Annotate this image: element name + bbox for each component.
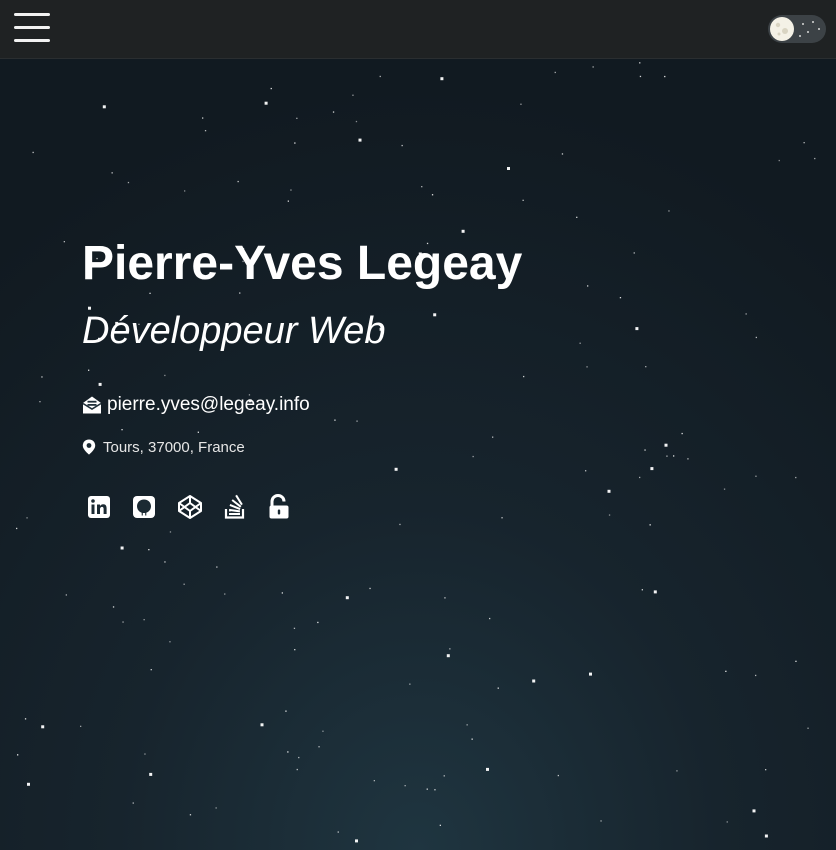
envelope-open-icon (82, 396, 102, 414)
top-navbar (0, 0, 836, 59)
email-row: pierre.yves@legeay.info (82, 392, 310, 418)
codepen-icon (178, 495, 202, 519)
codepen-link[interactable] (177, 494, 203, 520)
github-icon (133, 496, 155, 518)
theme-toggle-switch[interactable] (768, 15, 826, 43)
location-text: Tours, 37000, France (103, 438, 245, 456)
profile-name: Pierre-Yves Legeay (82, 237, 523, 290)
stackoverflow-link[interactable] (222, 494, 248, 520)
hamburger-menu-icon[interactable] (14, 12, 50, 44)
linkedin-icon (88, 496, 110, 518)
linkedin-link[interactable] (86, 494, 112, 520)
map-marker-icon (82, 439, 96, 455)
starfield-background (16, 62, 816, 843)
github-link[interactable] (131, 494, 157, 520)
job-title: Développeur Web (82, 310, 386, 352)
email-link[interactable]: pierre.yves@legeay.info (107, 394, 310, 416)
unlock-icon (269, 494, 289, 519)
stackoverflow-icon (224, 494, 245, 519)
unlock-link[interactable] (266, 494, 292, 520)
location-row: Tours, 37000, France (82, 437, 245, 457)
moon-icon (770, 17, 794, 41)
